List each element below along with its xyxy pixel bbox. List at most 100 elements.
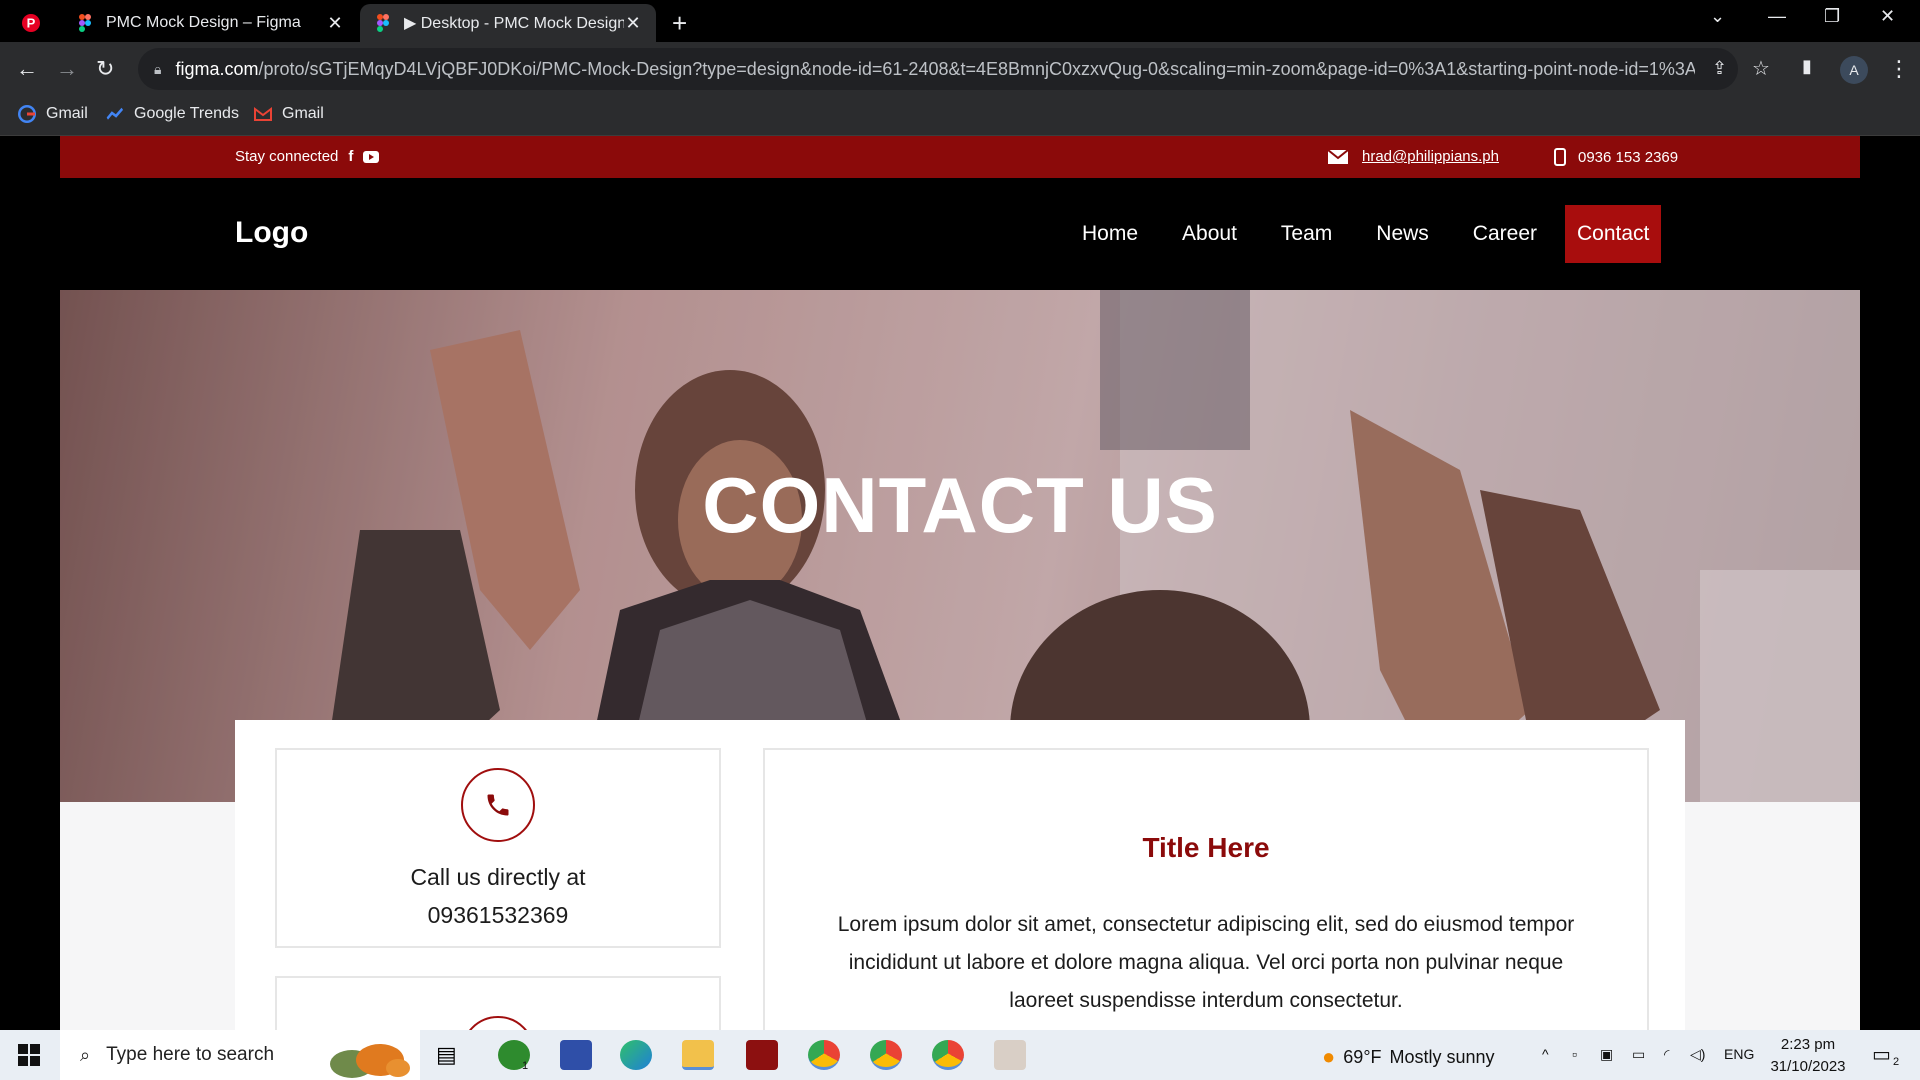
site-logo[interactable]: Logo: [235, 216, 308, 250]
tab-search-chevron-icon[interactable]: ⌄: [1710, 6, 1725, 27]
url-host: figma.com: [175, 58, 259, 79]
paint-icon[interactable]: [994, 1040, 1026, 1070]
profile-avatar[interactable]: A: [1840, 56, 1868, 84]
minimize-icon[interactable]: —: [1768, 6, 1786, 27]
forward-icon[interactable]: →: [56, 56, 78, 82]
battery-icon[interactable]: ▭: [1632, 1046, 1645, 1063]
clock[interactable]: 2:23 pm 31/10/2023: [1768, 1034, 1848, 1078]
info-card: Title Here Lorem ipsum dolor sit amet, c…: [763, 748, 1649, 1030]
gmail-icon: [254, 107, 272, 121]
tab-figma-design[interactable]: PMC Mock Design – Figma ✕: [62, 4, 358, 42]
close-tab-icon[interactable]: ✕: [624, 13, 642, 34]
stay-connected: Stay connected f: [235, 148, 380, 165]
search-icon: ⌕: [80, 1044, 91, 1065]
weather-text: Mostly sunny: [1389, 1046, 1495, 1067]
lock-icon: 🔒︎: [154, 60, 162, 77]
nav-team[interactable]: Team: [1259, 205, 1354, 263]
phone-circle: [461, 768, 535, 842]
close-window-icon[interactable]: ✕: [1880, 6, 1895, 27]
second-contact-card: [275, 976, 721, 1030]
call-card: Call us directly at 09361532369: [275, 748, 721, 948]
back-icon[interactable]: ←: [16, 56, 38, 82]
bookmark-gmail-2[interactable]: Gmail: [254, 105, 324, 123]
pinterest-icon: P: [22, 14, 40, 32]
tab-title: PMC Mock Design – Figma: [106, 14, 301, 31]
edge-icon[interactable]: [620, 1040, 652, 1070]
taskbar-search-box[interactable]: ⌕ Type here to search: [60, 1030, 420, 1080]
bookmark-label: Gmail: [46, 105, 88, 122]
bookmarks-bar: Gmail Google Trends Gmail: [0, 96, 1920, 136]
side-panel-icon[interactable]: ▮: [1802, 56, 1812, 77]
store-icon[interactable]: [560, 1040, 592, 1070]
address-bar[interactable]: 🔒︎ figma.com/proto/sGTjEMqyD4LVjQBFJ0DKo…: [138, 48, 1738, 90]
bookmark-star-icon[interactable]: ☆: [1752, 56, 1770, 81]
call-number: 09361532369: [427, 902, 569, 928]
language-indicator[interactable]: ENG: [1724, 1046, 1754, 1062]
mail-icon: [1328, 149, 1348, 164]
app-icon[interactable]: [746, 1040, 778, 1070]
email-contact: hrad@philippians.ph: [1328, 148, 1499, 165]
tab-title: ▶ Desktop - PMC Mock Design: [404, 15, 624, 32]
file-explorer-icon[interactable]: [682, 1040, 714, 1070]
weather-temp: 69°F: [1343, 1046, 1382, 1067]
hero-title: CONTACT US: [702, 461, 1218, 549]
nav-home[interactable]: Home: [1060, 205, 1160, 263]
windows-start-icon[interactable]: [18, 1044, 40, 1066]
phone-icon: [487, 794, 509, 816]
xbox-badge: 1: [522, 1060, 529, 1072]
email-link[interactable]: hrad@philippians.ph: [1362, 148, 1499, 165]
tray-icon-2[interactable]: ▣: [1600, 1046, 1613, 1063]
weather-widget[interactable]: ● 69°F Mostly sunny: [1322, 1044, 1495, 1070]
restore-icon[interactable]: ❐: [1824, 6, 1840, 27]
bookmark-label: Gmail: [282, 105, 324, 122]
google-icon: [18, 105, 36, 123]
menu-kebab-icon[interactable]: ⋮: [1888, 56, 1910, 82]
trends-icon: [106, 107, 124, 120]
youtube-icon[interactable]: [363, 150, 380, 163]
nav-career[interactable]: Career: [1451, 205, 1559, 263]
nav-contact[interactable]: Contact: [1565, 205, 1662, 263]
url-text[interactable]: figma.com/proto/sGTjEMqyD4LVjQBFJ0DKoi/P…: [175, 59, 1695, 80]
chrome-profile-icon[interactable]: [870, 1040, 902, 1070]
new-tab-icon[interactable]: +: [672, 8, 687, 39]
phone-contact: 0936 153 2369: [1554, 148, 1678, 166]
wifi-icon[interactable]: ◜: [1664, 1046, 1669, 1063]
clock-date: 31/10/2023: [1770, 1058, 1846, 1075]
mobile-phone-icon: [1554, 148, 1566, 166]
card-icon-circle: [461, 1016, 535, 1030]
reload-icon[interactable]: ↻: [96, 56, 114, 82]
sun-icon: ●: [1322, 1044, 1336, 1069]
contact-content-box: Call us directly at 09361532369 Title He…: [235, 720, 1685, 1030]
tab-pinterest[interactable]: P: [8, 4, 58, 42]
volume-icon[interactable]: ◁): [1690, 1046, 1705, 1063]
windows-taskbar: ⌕ Type here to search ▤ 1 ● 69°F Mostly …: [0, 1030, 1920, 1080]
svg-text:P: P: [27, 16, 36, 31]
figma-icon: [79, 14, 91, 32]
bookmark-google-trends[interactable]: Google Trends: [106, 105, 239, 123]
figma-icon: [377, 14, 389, 32]
tab-desktop-prototype[interactable]: ▶ Desktop - PMC Mock Design ✕: [360, 4, 656, 42]
call-line-label: Call us directly at: [410, 864, 586, 890]
bookmark-gmail[interactable]: Gmail: [18, 105, 88, 123]
chrome-active-icon[interactable]: [932, 1040, 964, 1070]
search-placeholder: Type here to search: [106, 1044, 275, 1065]
nav-about[interactable]: About: [1160, 205, 1259, 263]
browser-toolbar: ← → ↻ 🔒︎ figma.com/proto/sGTjEMqyD4LVjQB…: [0, 42, 1920, 96]
call-text: Call us directly at 09361532369: [277, 858, 719, 934]
chrome-icon[interactable]: [808, 1040, 840, 1070]
show-hidden-icons-chevron[interactable]: ^: [1542, 1046, 1549, 1062]
tray-icon[interactable]: ▫: [1572, 1046, 1577, 1062]
main-nav: Home About Team News Career Contact: [1060, 205, 1662, 263]
notification-icon[interactable]: ▭: [1872, 1042, 1891, 1067]
facebook-icon[interactable]: f: [348, 148, 353, 165]
nav-news[interactable]: News: [1354, 205, 1451, 263]
close-tab-icon[interactable]: ✕: [326, 13, 344, 34]
browser-tab-bar: P PMC Mock Design – Figma ✕ ▶ Desktop - …: [0, 0, 1920, 42]
figma-prototype-page: Stay connected f hrad@philippians.ph 093…: [60, 136, 1860, 1030]
clock-time: 2:23 pm: [1780, 1036, 1836, 1053]
task-view-icon[interactable]: ▤: [436, 1042, 468, 1072]
stay-connected-label: Stay connected: [235, 148, 339, 165]
notification-count: 2: [1893, 1056, 1900, 1068]
phone-number: 0936 153 2369: [1578, 148, 1679, 166]
share-icon[interactable]: ⇪: [1712, 58, 1727, 79]
